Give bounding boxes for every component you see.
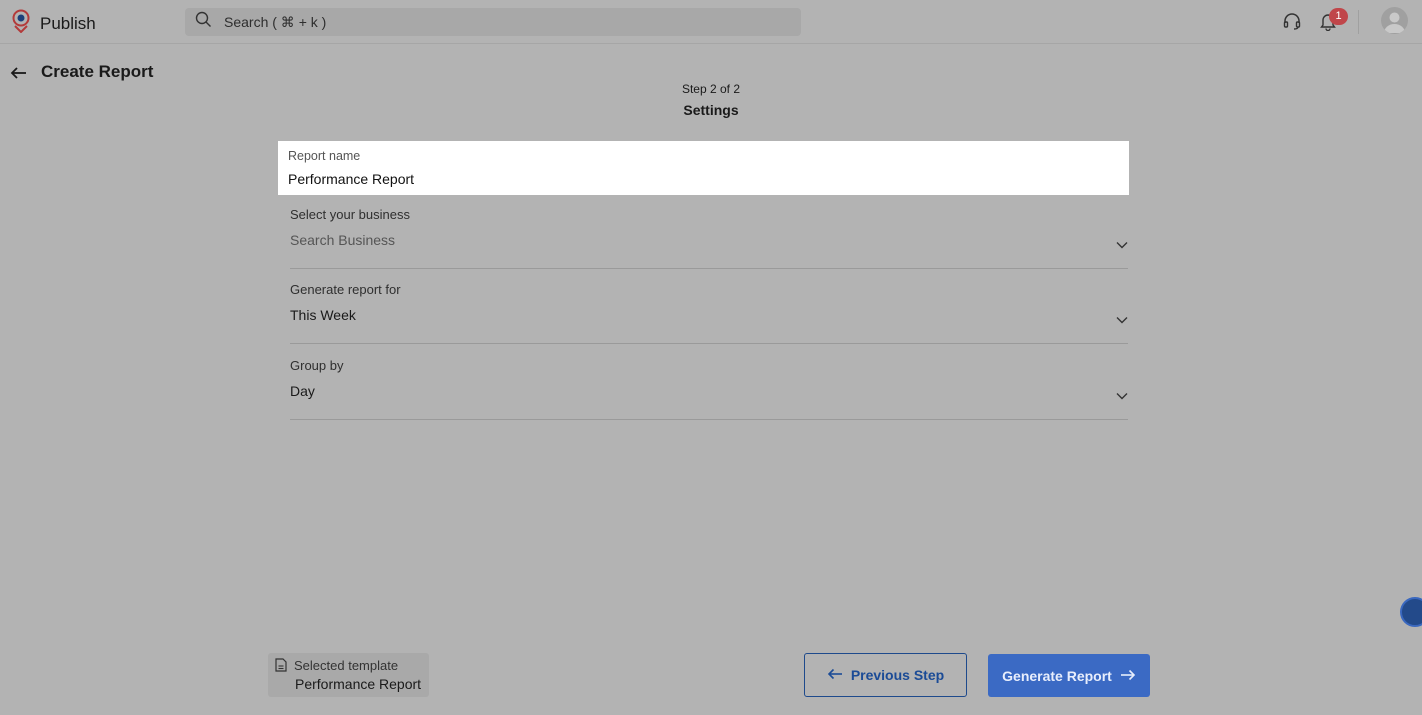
report-name-field[interactable]: Report name Performance Report (278, 141, 1129, 195)
report-name-input[interactable]: Performance Report (288, 171, 414, 187)
selected-template: Selected template Performance Report (268, 653, 429, 697)
arrow-left-icon (827, 667, 843, 683)
group-by-value[interactable]: Day (290, 383, 315, 399)
brand[interactable]: Publish (10, 9, 96, 38)
chevron-down-icon[interactable] (1116, 387, 1128, 405)
business-search-input[interactable]: Search Business (290, 232, 395, 248)
period-label: Generate report for (290, 282, 401, 297)
report-name-label: Report name (288, 149, 361, 163)
business-select[interactable]: Select your business Search Business (290, 207, 1128, 269)
top-bar: Publish Search ( ⌘ + k ) 1 (0, 0, 1422, 44)
period-value[interactable]: This Week (290, 307, 356, 323)
notification-badge: 1 (1329, 8, 1348, 25)
avatar[interactable] (1381, 7, 1408, 34)
logo-icon (10, 9, 32, 38)
chevron-down-icon[interactable] (1116, 311, 1128, 329)
search-icon (195, 11, 212, 33)
document-icon (275, 658, 287, 677)
business-label: Select your business (290, 207, 410, 222)
step-indicator: Step 2 of 2 (681, 82, 741, 96)
search-placeholder: Search ( ⌘ + k ) (224, 13, 327, 30)
app-name: Publish (40, 13, 96, 33)
page-title: Create Report (41, 62, 154, 81)
previous-step-button[interactable]: Previous Step (804, 653, 967, 697)
divider (1358, 10, 1359, 34)
generate-report-label: Generate Report (1002, 667, 1112, 684)
period-select[interactable]: Generate report for This Week (290, 282, 1128, 344)
headset-icon[interactable] (1282, 11, 1302, 36)
previous-step-label: Previous Step (850, 667, 945, 683)
chevron-down-icon[interactable] (1116, 236, 1128, 254)
group-by-label: Group by (290, 358, 344, 373)
help-icon[interactable] (1400, 597, 1422, 627)
arrow-right-icon (1120, 668, 1136, 684)
group-by-select[interactable]: Group by Day (290, 358, 1128, 420)
generate-report-button[interactable]: Generate Report (988, 654, 1150, 697)
template-name: Performance Report (295, 676, 422, 692)
search-input[interactable]: Search ( ⌘ + k ) (185, 8, 801, 36)
template-label: Selected template (294, 658, 399, 673)
step-title: Settings (683, 102, 739, 118)
back-arrow-icon[interactable] (9, 63, 29, 83)
